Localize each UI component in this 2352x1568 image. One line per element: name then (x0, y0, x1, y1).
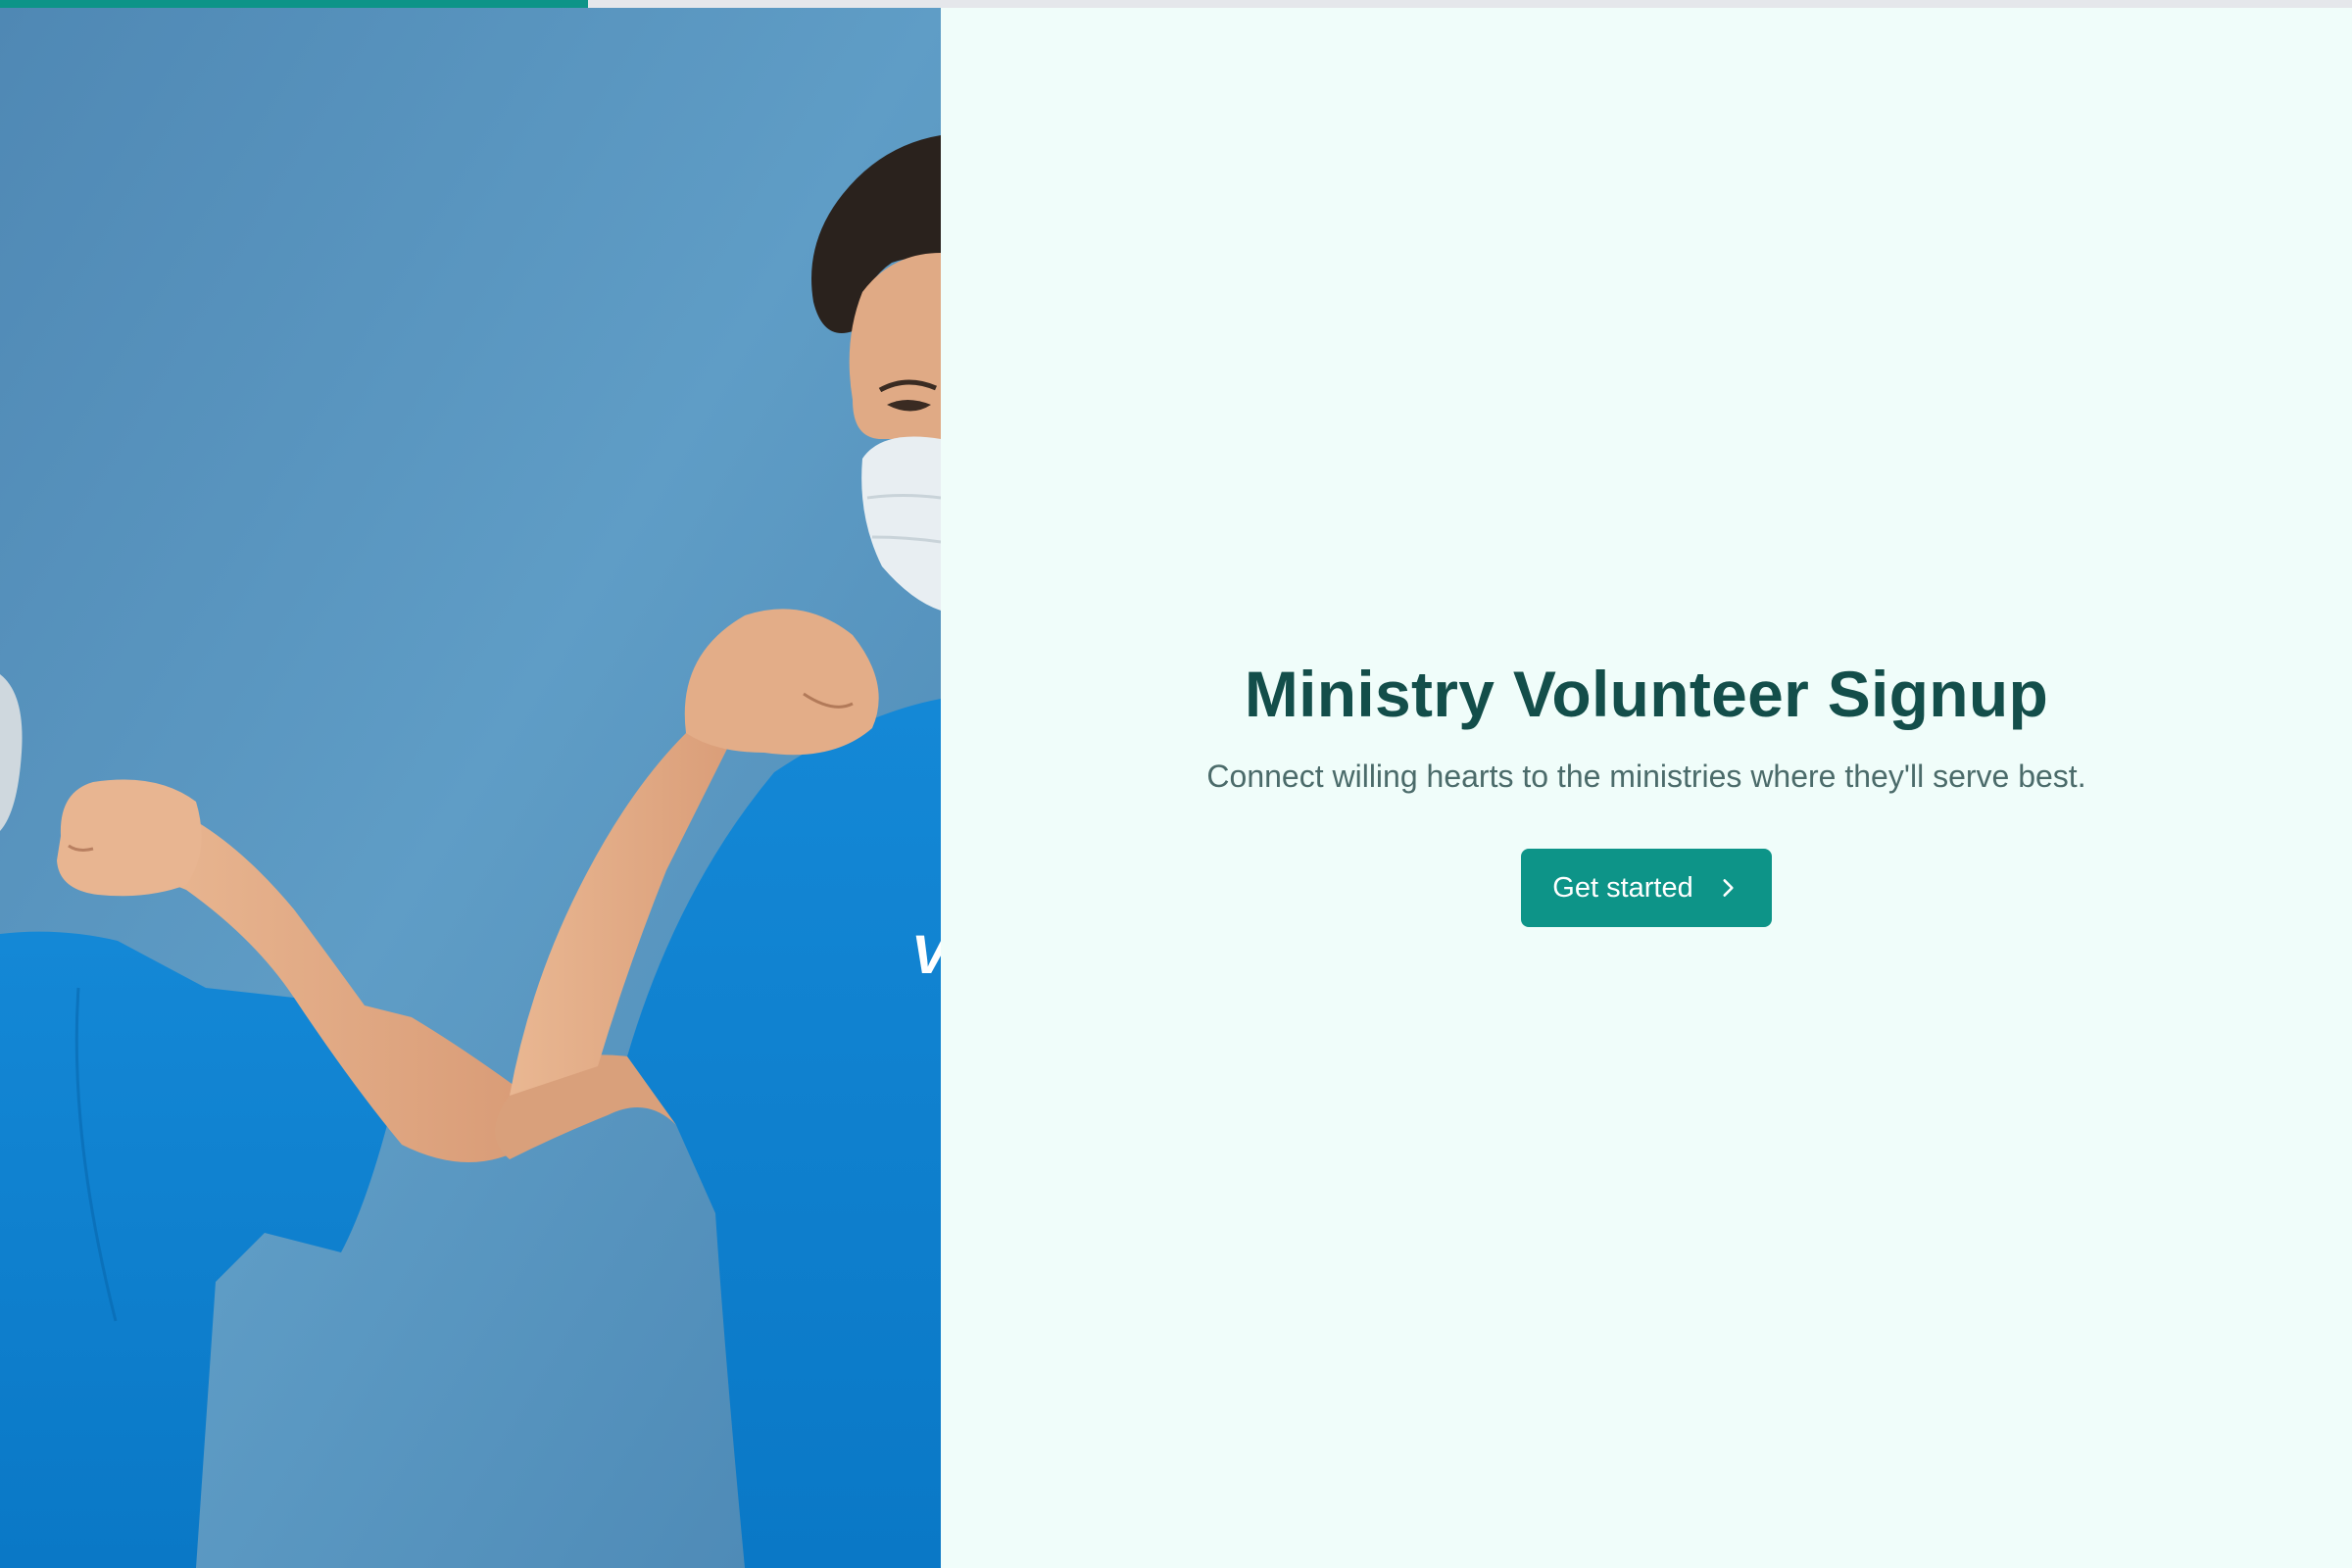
chevron-right-icon (1715, 875, 1740, 901)
welcome-content: Ministry Volunteer Signup Connect willin… (941, 653, 2352, 927)
left-person-fist (57, 779, 202, 897)
page-title: Ministry Volunteer Signup (1244, 658, 2049, 730)
get-started-button[interactable]: Get started (1521, 849, 1772, 927)
get-started-label: Get started (1552, 871, 1693, 904)
page-subtitle: Connect willing hearts to the ministries… (1206, 759, 2086, 794)
progress-bar-fill (0, 0, 588, 8)
shirt-logo-text: V (911, 923, 941, 985)
welcome-panel: Ministry Volunteer Signup Connect willin… (941, 8, 2352, 1568)
progress-bar (0, 0, 2352, 8)
hero-photo-panel: V (0, 8, 941, 1568)
volunteer-signup-page: V Ministry Volunteer Signup Connect will… (0, 0, 2352, 1568)
volunteers-elbow-bump-photo: V (0, 8, 941, 1568)
